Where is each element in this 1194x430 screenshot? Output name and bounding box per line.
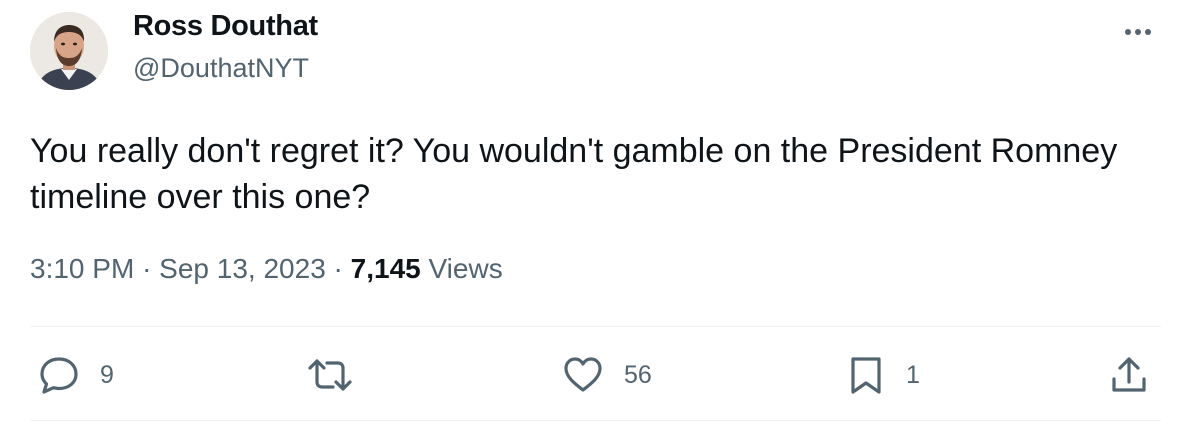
- meta-separator: ·: [333, 253, 351, 284]
- reply-count: 9: [100, 360, 114, 389]
- share-button[interactable]: [1109, 355, 1149, 395]
- avatar-image: [30, 12, 108, 90]
- tweet-meta: 3:10 PM · Sep 13, 2023 · 7,145 Views: [30, 253, 503, 285]
- bookmark-button[interactable]: 1: [846, 355, 920, 395]
- retweet-button[interactable]: [306, 355, 354, 395]
- bookmark-count: 1: [906, 360, 920, 389]
- author-handle[interactable]: @DouthatNYT: [133, 53, 309, 84]
- more-options-button[interactable]: [1118, 14, 1162, 50]
- retweet-icon: [306, 355, 354, 395]
- share-icon: [1109, 355, 1149, 395]
- author-name[interactable]: Ross Douthat: [133, 10, 318, 43]
- bookmark-icon: [846, 355, 886, 395]
- meta-separator: ·: [142, 253, 160, 284]
- tweet-date[interactable]: Sep 13, 2023: [159, 253, 326, 284]
- divider-top: [30, 326, 1161, 327]
- reply-button[interactable]: 9: [38, 355, 114, 395]
- like-count: 56: [624, 360, 652, 389]
- heart-icon: [562, 355, 604, 395]
- more-icon: [1118, 14, 1162, 50]
- views-label: Views: [428, 253, 503, 284]
- tweet-time[interactable]: 3:10 PM: [30, 253, 134, 284]
- divider-bottom: [30, 420, 1161, 421]
- avatar[interactable]: [30, 12, 108, 90]
- views-count: 7,145: [350, 253, 421, 284]
- like-button[interactable]: 56: [562, 355, 652, 395]
- reply-icon: [38, 355, 80, 395]
- tweet-text: You really don't regret it? You wouldn't…: [30, 132, 1118, 216]
- tweet-card: Ross Douthat @DouthatNYT You really don'…: [0, 0, 1194, 430]
